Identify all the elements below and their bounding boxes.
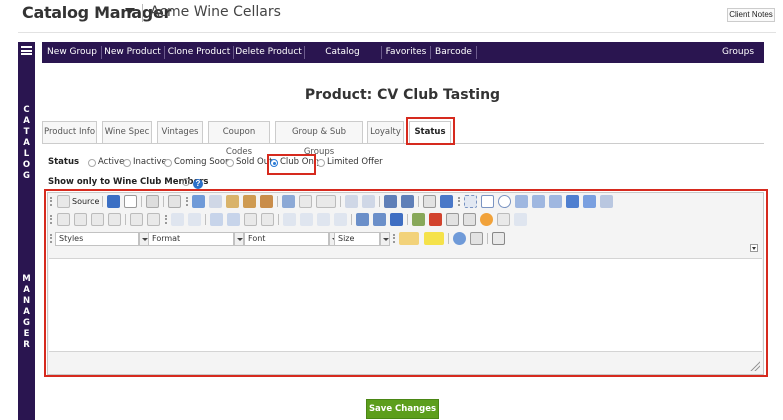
status-radio-active[interactable] [88,159,96,167]
nav-groups[interactable]: Groups [718,42,758,63]
editor-highlight [44,189,768,377]
club-members-toggle[interactable] [182,178,190,186]
tab-vintages[interactable]: Vintages [157,121,203,143]
tab-wine-spec[interactable]: Wine Spec [102,121,152,143]
header-divider [18,32,776,33]
nav-new-group[interactable]: New Group [44,42,100,63]
catalog-nav-bar: New Group New Product Clone Product Dele… [42,42,764,78]
sidebar-word-catalog: CAT ALO G [22,105,31,181]
nav-divider [381,46,382,59]
nav-divider [304,46,305,59]
nav-divider [101,46,102,59]
status-radio-inactive[interactable] [123,159,131,167]
status-radio-coming-soon[interactable] [164,159,172,167]
title-separator [142,4,143,22]
nav-delete-product[interactable]: Delete Product [235,42,302,63]
status-radio-group: Status Active Inactive Coming Soon Sold … [48,157,388,171]
question-circle-icon[interactable]: ? [193,179,203,189]
tab-loyalty[interactable]: Loyalty [367,121,404,143]
catalog-manager-sidebar: CAT ALO G MAN AGE R [18,42,35,420]
status-option-label: Limited Offer [327,157,383,167]
nav-divider [476,46,477,59]
client-notes-button[interactable]: Client Notes [727,8,775,22]
app-title[interactable]: Catalog Manager [22,3,171,22]
save-changes-button[interactable]: Save Changes [366,399,439,419]
menu-icon[interactable] [21,46,32,55]
nav-divider [430,46,431,59]
nav-new-product[interactable]: New Product [103,42,162,63]
tab-group-sub-groups[interactable]: Group & Sub Groups [275,121,363,157]
status-option-label: Inactive [133,157,167,167]
club-only-highlight [267,154,316,175]
status-radio-sold-out[interactable] [226,159,234,167]
tabs-divider [42,143,764,144]
nav-divider [233,46,234,59]
status-option-label: Coming Soon [174,157,231,167]
nav-divider [164,46,165,59]
top-bar: Catalog Manager Acme Wine Cellars Client… [0,0,783,32]
org-name: Acme Wine Cellars [150,4,281,20]
status-label: Status [48,157,80,167]
chevron-down-icon[interactable] [125,8,135,14]
tab-coupon-codes[interactable]: Coupon Codes [208,121,270,157]
status-radio-limited-offer[interactable] [317,159,325,167]
tab-product-info[interactable]: Product Info [42,121,97,143]
nav-clone-product[interactable]: Clone Product [167,42,231,63]
sidebar-word-manager: MAN AGE R [22,274,31,350]
nav-catalog-settings[interactable]: Catalog Settings [306,42,379,78]
nav-favorites[interactable]: Favorites [383,42,429,63]
status-tab-highlight [406,117,455,145]
page-title: Product: CV Club Tasting [304,87,501,103]
status-option-label: Active [98,157,125,167]
nav-barcode[interactable]: Barcode [432,42,475,63]
